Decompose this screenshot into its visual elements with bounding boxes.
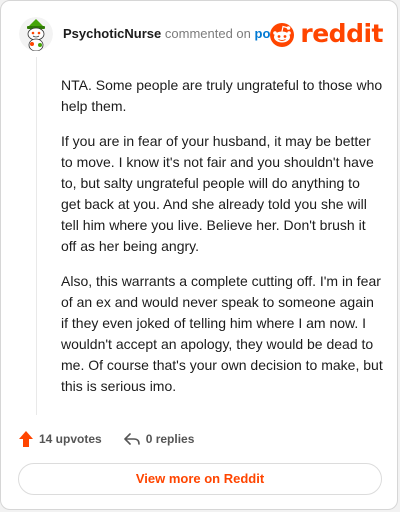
author-username[interactable]: PsychoticNurse (63, 26, 161, 41)
upvote-count: 14 upvotes (39, 432, 102, 446)
comment-paragraph: Also, this warrants a complete cutting o… (61, 273, 383, 394)
reply-count: 0 replies (145, 432, 195, 446)
reddit-snoo-icon (270, 23, 295, 47)
comment-header: PsychoticNurse commented on post reddit (19, 17, 383, 53)
thread-line (36, 57, 37, 415)
user-avatar[interactable] (19, 17, 53, 51)
reddit-wordmark: reddit (300, 19, 383, 48)
view-more-on-reddit-button[interactable]: View more on Reddit (18, 463, 382, 495)
comment-meta: PsychoticNurse commented on post (63, 26, 282, 42)
snoo-avatar-icon (19, 17, 53, 51)
commented-on-text: commented on (164, 26, 251, 41)
upvote-arrow-icon (19, 431, 33, 447)
comment-embed-card: PsychoticNurse commented on post reddit … (0, 0, 398, 510)
comment-paragraph: NTA. Some people are truly ungrateful to… (61, 77, 383, 114)
comment-actions: 14 upvotes 0 replies (19, 429, 216, 449)
reddit-logo[interactable]: reddit (268, 19, 383, 49)
comment-paragraph: If you are in fear of your husband, it m… (61, 133, 374, 254)
reply-arrow-icon (123, 433, 140, 445)
comment-body: NTA. Some people are truly ungrateful to… (61, 75, 383, 411)
replies-button[interactable]: 0 replies (123, 432, 195, 446)
upvote-button[interactable]: 14 upvotes (19, 431, 102, 447)
